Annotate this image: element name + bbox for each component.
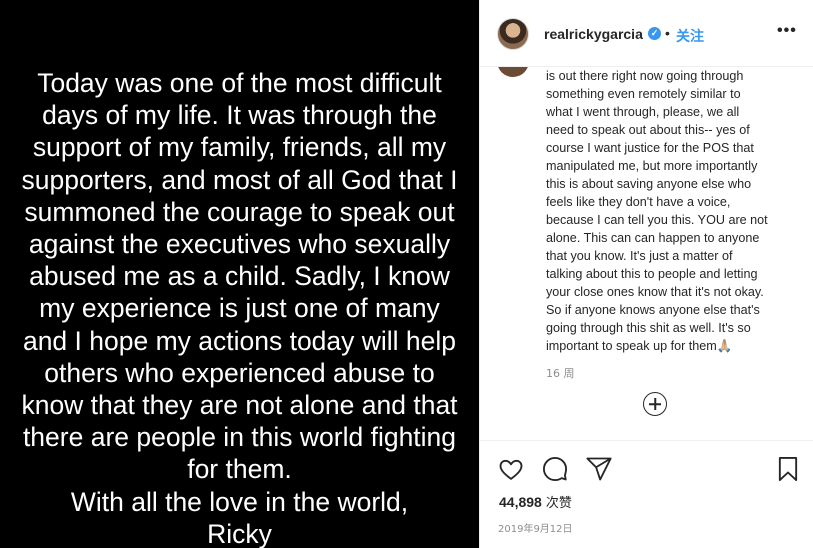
caption-line: going through this shit as well. It's so (546, 321, 751, 335)
post-text-line: support of my family, friends, all my (32, 132, 447, 163)
post-image: Today was one of the most difficult days… (0, 0, 479, 548)
caption-line: your close ones know that it's not okay. (546, 285, 764, 299)
post-text-line: know that they are not alone and that (21, 390, 458, 421)
caption-line: alone. This can can happen to anyone (546, 231, 760, 245)
more-options-icon[interactable]: ••• (777, 22, 797, 40)
caption-line: So if anyone knows anyone else that's (546, 303, 760, 317)
post-text-line: and I hope my actions today will help (22, 325, 457, 356)
follow-button[interactable]: 关注 (676, 26, 704, 46)
post-header: realrickygarcia ✓ • 关注 ••• (480, 0, 813, 67)
likes-unit: 次赞 (545, 496, 572, 511)
caption-line: something even remotely similar to (546, 87, 741, 101)
likes-number: 44,898 (499, 494, 542, 510)
verified-badge-icon: ✓ (648, 27, 661, 40)
post-image-text: Today was one of the most difficult days… (0, 67, 479, 548)
header-separator: • (665, 25, 670, 41)
post-text-line: summoned the courage to speak out (24, 196, 455, 227)
post-text-line: others who experienced abuse to (44, 357, 435, 388)
post-actions: 44,898 次赞 2019年9月12日 (480, 440, 813, 548)
caption-line: what I went through, please, we all (546, 105, 740, 119)
author-avatar[interactable] (497, 18, 529, 50)
caption-text: is out there right now going through som… (546, 67, 808, 355)
post-text-line: against the executives who sexually (28, 229, 451, 260)
share-icon[interactable] (585, 455, 613, 483)
post-text-line: Today was one of the most difficult (37, 68, 442, 98)
post-text-line: Ricky (207, 518, 272, 548)
heart-icon[interactable] (497, 455, 525, 483)
caption-line: manipulated me, but more importantly (546, 159, 758, 173)
caption-time-ago[interactable]: 16 周 (546, 365, 575, 381)
comment-icon[interactable] (541, 455, 569, 483)
caption-line: feels like they don't have a voice, (546, 195, 731, 209)
post-text-line: With all the love in the world, (70, 486, 409, 517)
post-text-line: my experience is just one of many (39, 293, 440, 324)
post-text-line: for them. (187, 454, 292, 485)
post-text-line: abused me as a child. Sadly, I know (29, 261, 450, 292)
likes-count[interactable]: 44,898 次赞 (499, 492, 572, 511)
caption-line: course I want justice for the POS that (546, 141, 754, 155)
caption-line: need to speak out about this-- yes of (546, 123, 750, 137)
post-text-line: days of my life. It was through the (42, 100, 437, 131)
post-date: 2019年9月12日 (498, 524, 573, 535)
post-text-line: supporters, and most of all God that I (21, 164, 458, 195)
post-sidebar: realrickygarcia ✓ • 关注 ••• is out there … (479, 0, 813, 548)
comments-section: is out there right now going through som… (480, 67, 813, 440)
caption-line: because I can tell you this. YOU are not (546, 213, 768, 227)
bookmark-icon[interactable] (774, 455, 802, 483)
author-username[interactable]: realrickygarcia (544, 26, 643, 42)
load-more-comments-icon[interactable] (643, 392, 667, 416)
caption-line: important to speak up for them🙏🏼 (546, 339, 733, 353)
post-text-line: there are people in this world fighting (22, 422, 457, 453)
caption-line: that you know. It's just a matter of (546, 249, 733, 263)
caption-line: talking about this to people and letting (546, 267, 758, 281)
caption-line: is out there right now going through (546, 69, 744, 83)
caption-author-avatar[interactable] (497, 67, 529, 77)
caption-line: this is about saving anyone else who (546, 177, 752, 191)
